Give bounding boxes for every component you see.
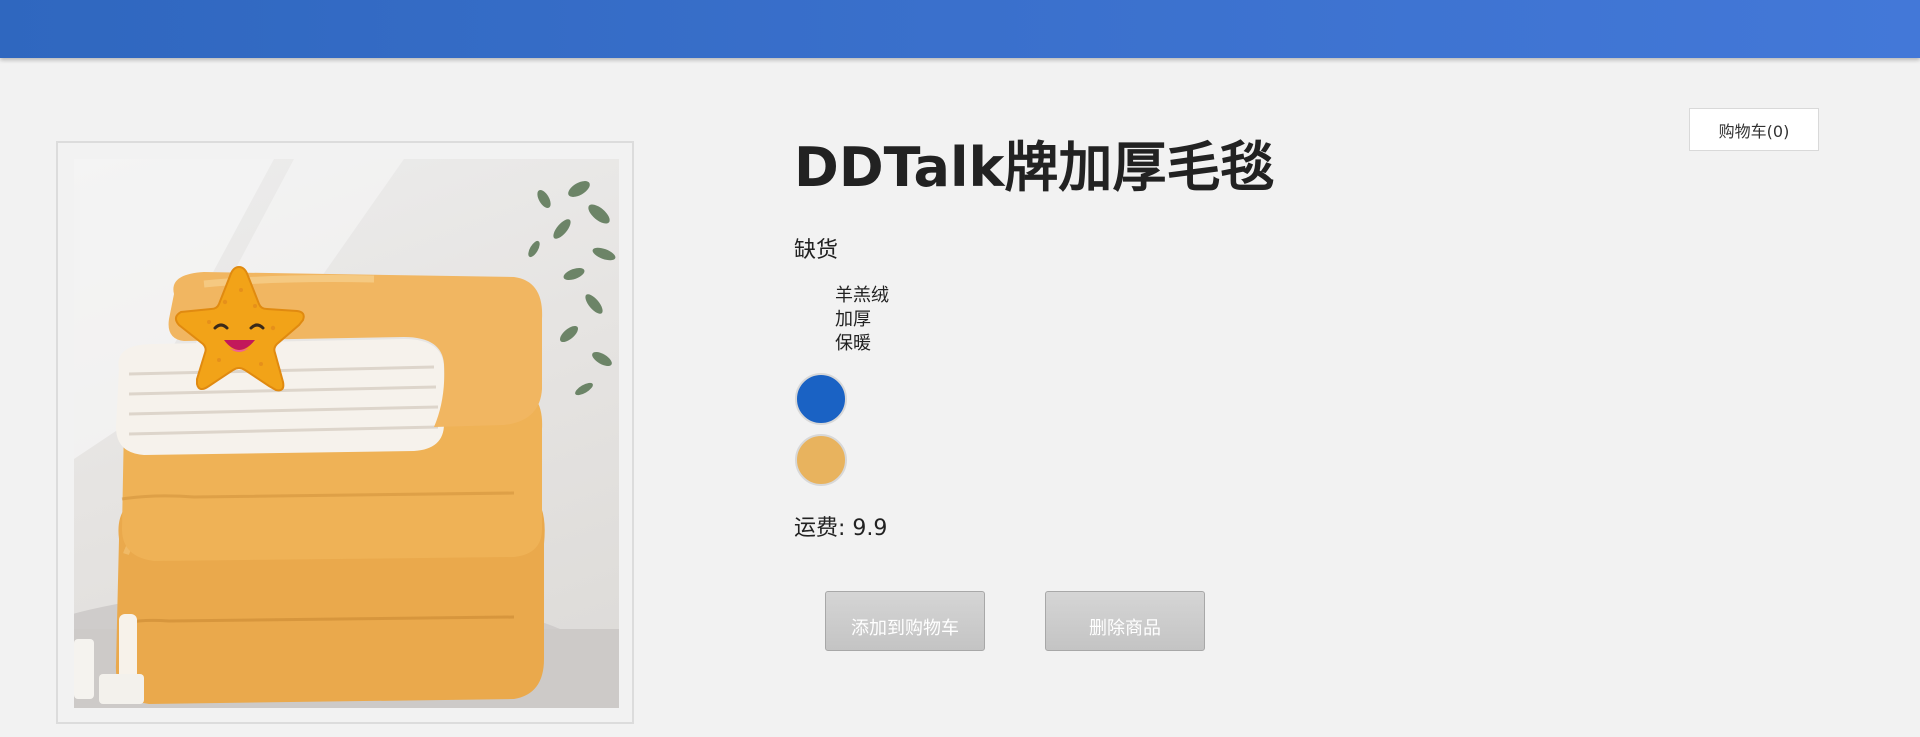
color-swatch-blue[interactable] — [795, 373, 847, 425]
shipping-fee: 运费: 9.9 — [794, 510, 887, 542]
stock-status: 缺货 — [794, 238, 839, 263]
shipping-label: 运费: — [794, 516, 846, 541]
product-image — [74, 159, 619, 708]
product-image-frame — [56, 141, 634, 724]
color-swatch-orange[interactable] — [795, 434, 847, 486]
smiling-star-icon — [175, 265, 305, 392]
shipping-value: 9.9 — [852, 516, 888, 541]
product-title: DDTalk牌加厚毛毯 — [794, 136, 1275, 199]
cart-button[interactable]: 购物车(0) — [1689, 108, 1819, 151]
remove-item-button[interactable]: 删除商品 — [1045, 591, 1205, 651]
add-to-cart-button[interactable]: 添加到购物车 — [825, 591, 985, 651]
feature-list: 羊羔绒 加厚 保暖 — [835, 284, 889, 356]
feature-item: 羊羔绒 — [835, 285, 889, 306]
feature-item: 加厚 — [835, 309, 871, 330]
feature-item: 保暖 — [835, 333, 871, 354]
top-navigation-bar — [0, 0, 1920, 58]
